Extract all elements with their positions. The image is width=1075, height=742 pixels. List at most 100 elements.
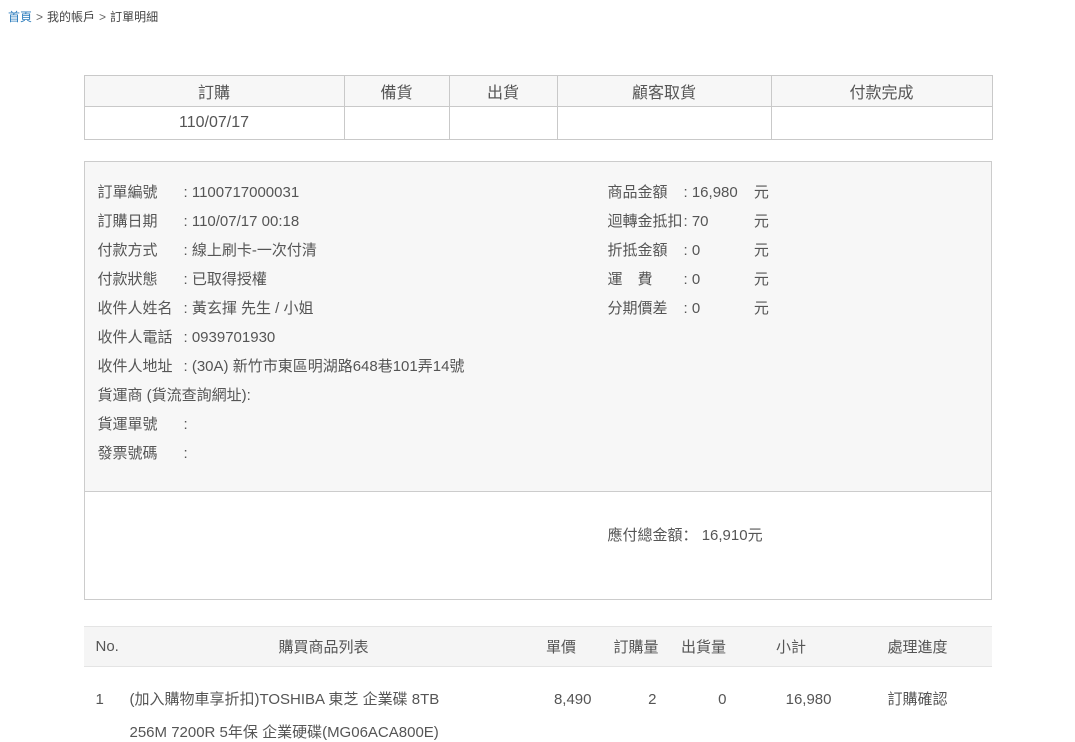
colon: : — [184, 271, 188, 288]
colon: : — [184, 329, 188, 346]
field-label: 貨運單號 — [98, 410, 184, 439]
product-row: 1 (加入購物車享折扣)TOSHIBA 東芝 企業碟 8TB 256M 7200… — [84, 667, 992, 742]
payment-method-row: 付款方式: 線上刷卡-一次付清 — [98, 236, 971, 265]
payable-total-section: 應付總金額： 16,910元 — [85, 492, 991, 599]
field-label: 收件人地址 — [98, 352, 184, 381]
status-header-row: 訂購 備貨 出貨 顧客取貨 付款完成 — [84, 76, 992, 107]
order-date-value: 110/07/17 00:18 — [192, 213, 299, 230]
field-label: 運 費 — [608, 265, 684, 294]
shipping-fee-row: 運 費: 0元 — [608, 265, 769, 294]
goods-amount-value: 16,980 — [692, 178, 754, 207]
field-label: 貨運商 (貨流查詢網址) — [98, 381, 247, 410]
product-shipped-qty: 0 — [669, 667, 739, 742]
status-shipped-date — [449, 107, 557, 140]
order-status-table: 訂購 備貨 出貨 顧客取貨 付款完成 110/07/17 — [84, 75, 993, 140]
payment-status-value: 已取得授權 — [192, 271, 267, 288]
shipping-fee-value: 0 — [692, 265, 754, 294]
colon: : — [184, 213, 188, 230]
payable-total-label: 應付總金額： — [608, 527, 698, 544]
recipient-phone-value: 0939701930 — [192, 329, 275, 346]
product-header-subtotal: 小計 — [739, 627, 844, 667]
currency-unit: 元 — [754, 300, 769, 317]
order-detail-page: 訂購 備貨 出貨 顧客取貨 付款完成 110/07/17 訂單編號: 11007… — [84, 75, 992, 742]
product-name: (加入購物車享折扣)TOSHIBA 東芝 企業碟 8TB 256M 7200R … — [130, 683, 478, 742]
product-status: 訂購確認 — [844, 667, 992, 742]
colon: : — [684, 184, 688, 201]
order-info-details: 訂單編號: 1100717000031 訂購日期: 110/07/17 00:1… — [85, 162, 991, 492]
product-header-qty: 訂購量 — [604, 627, 669, 667]
recipient-phone-row: 收件人電話: 0939701930 — [98, 323, 971, 352]
colon: : — [684, 242, 688, 259]
rebate-deduction-row: 迴轉金抵扣: 70元 — [608, 207, 769, 236]
carrier-row: 貨運商 (貨流查詢網址): — [98, 381, 971, 410]
colon: : — [184, 300, 188, 317]
field-label: 付款方式 — [98, 236, 184, 265]
field-label: 分期價差 — [608, 294, 684, 323]
field-label: 訂單編號 — [98, 178, 184, 207]
product-header-shipped-qty: 出貨量 — [669, 627, 739, 667]
field-label: 付款狀態 — [98, 265, 184, 294]
recipient-name-value: 黃玄揮 先生 / 小姐 — [192, 300, 314, 317]
payment-status-row: 付款狀態: 已取得授權 — [98, 265, 971, 294]
status-header-paid: 付款完成 — [771, 76, 992, 107]
field-label: 收件人電話 — [98, 323, 184, 352]
order-number-row: 訂單編號: 1100717000031 — [98, 178, 971, 207]
discount-amount-value: 0 — [692, 236, 754, 265]
product-no: 1 — [84, 667, 129, 742]
currency-unit: 元 — [754, 184, 769, 201]
order-date-row: 訂購日期: 110/07/17 00:18 — [98, 207, 971, 236]
rebate-deduction-value: 70 — [692, 207, 754, 236]
breadcrumb: 首頁 > 我的帳戶 > 訂單明細 — [0, 0, 1075, 25]
tracking-number-row: 貨運單號: — [98, 410, 971, 439]
goods-amount-row: 商品金額: 16,980元 — [608, 178, 769, 207]
status-header-preparing: 備貨 — [344, 76, 449, 107]
breadcrumb-separator: > — [36, 10, 43, 24]
status-header-ordered: 訂購 — [84, 76, 344, 107]
order-number-value: 1100717000031 — [192, 184, 299, 201]
status-pickup-date — [557, 107, 771, 140]
field-label: 訂購日期 — [98, 207, 184, 236]
colon: : — [247, 387, 251, 404]
status-preparing-date — [344, 107, 449, 140]
product-header-name: 購買商品列表 — [129, 627, 519, 667]
breadcrumb-account-link[interactable]: 我的帳戶 — [47, 10, 95, 24]
invoice-number-row: 發票號碼: — [98, 439, 971, 468]
product-header-status: 處理進度 — [844, 627, 992, 667]
order-info-panel: 訂單編號: 1100717000031 訂購日期: 110/07/17 00:1… — [84, 161, 992, 600]
installment-diff-row: 分期價差: 0元 — [608, 294, 769, 323]
breadcrumb-separator: > — [99, 10, 106, 24]
product-unit-price: 8,490 — [519, 667, 604, 742]
installment-diff-value: 0 — [692, 294, 754, 323]
field-label: 折抵金額 — [608, 236, 684, 265]
product-name-cell: (加入購物車享折扣)TOSHIBA 東芝 企業碟 8TB 256M 7200R … — [129, 667, 519, 742]
payable-total-value: 16,910元 — [702, 527, 763, 544]
recipient-address-value: (30A) 新竹市東區明湖路648巷101弄14號 — [192, 358, 465, 375]
product-header-row: No. 購買商品列表 單價 訂購量 出貨量 小計 處理進度 — [84, 627, 992, 667]
breadcrumb-current: 訂單明細 — [110, 10, 158, 24]
colon: : — [684, 271, 688, 288]
product-subtotal: 16,980 — [739, 667, 844, 742]
field-label: 收件人姓名 — [98, 294, 184, 323]
colon: : — [684, 213, 688, 230]
product-header-no: No. — [84, 627, 129, 667]
colon: : — [184, 445, 188, 462]
status-paid-date — [771, 107, 992, 140]
colon: : — [184, 358, 188, 375]
colon: : — [184, 416, 188, 433]
breadcrumb-home-link[interactable]: 首頁 — [8, 10, 32, 24]
colon: : — [184, 184, 188, 201]
discount-amount-row: 折抵金額: 0元 — [608, 236, 769, 265]
currency-unit: 元 — [754, 242, 769, 259]
colon: : — [684, 300, 688, 317]
recipient-name-row: 收件人姓名: 黃玄揮 先生 / 小姐 — [98, 294, 971, 323]
currency-unit: 元 — [754, 271, 769, 288]
field-label: 迴轉金抵扣 — [608, 207, 684, 236]
status-ordered-date: 110/07/17 — [84, 107, 344, 140]
status-header-shipped: 出貨 — [449, 76, 557, 107]
field-label: 商品金額 — [608, 178, 684, 207]
status-header-pickup: 顧客取貨 — [557, 76, 771, 107]
product-list-table: No. 購買商品列表 單價 訂購量 出貨量 小計 處理進度 1 (加入購物車享折… — [84, 626, 992, 742]
product-qty: 2 — [604, 667, 669, 742]
order-info-left-column: 訂單編號: 1100717000031 訂購日期: 110/07/17 00:1… — [98, 178, 971, 468]
order-amounts-column: 商品金額: 16,980元 迴轉金抵扣: 70元 折抵金額: 0元 運 費: 0… — [608, 178, 769, 323]
